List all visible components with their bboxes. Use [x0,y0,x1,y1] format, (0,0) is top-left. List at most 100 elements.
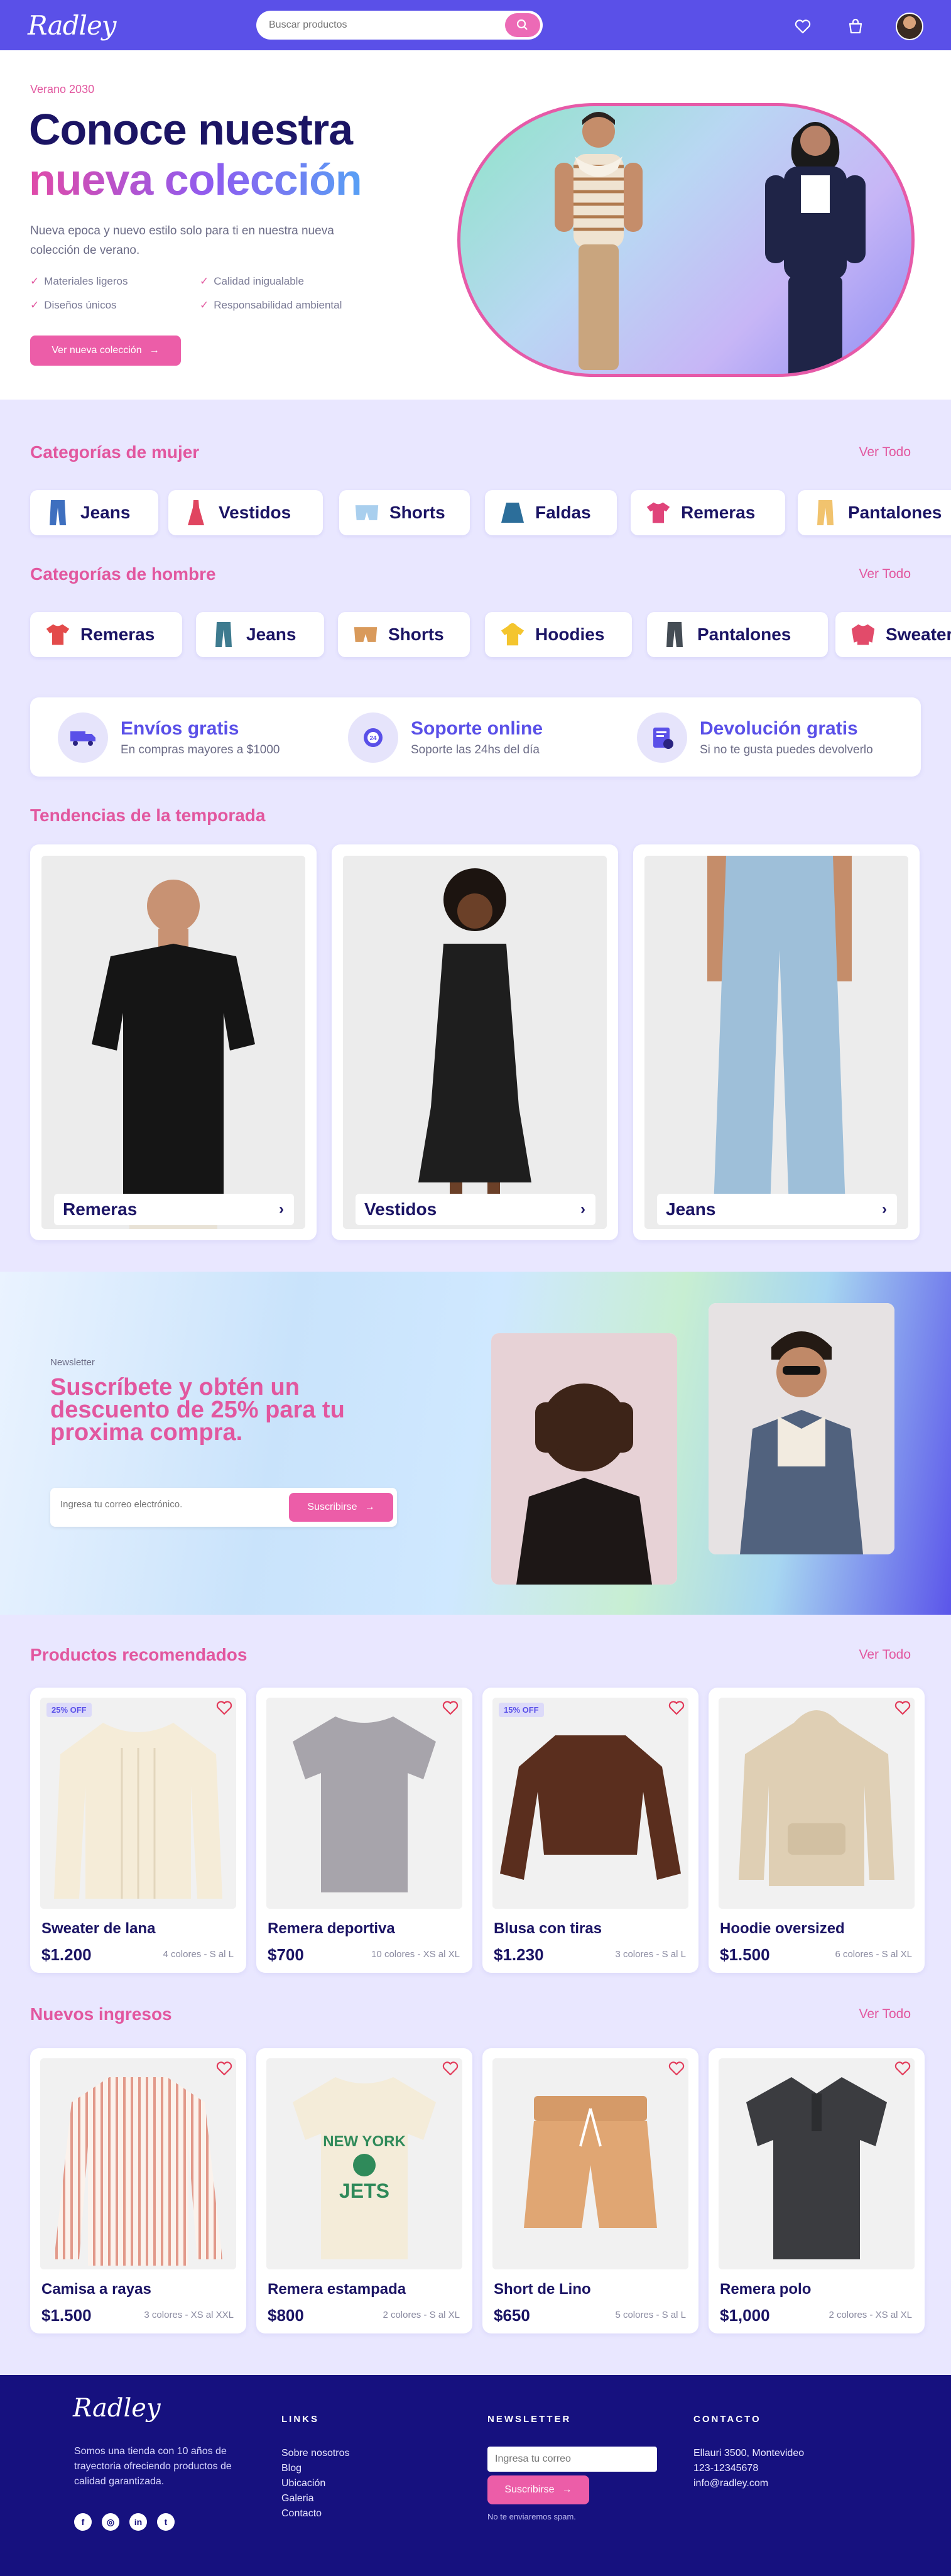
category-chip-dresses[interactable]: Vestidos [168,490,323,535]
categories-section: Categorías de mujer Ver Todo Jeans Vesti… [0,400,951,1272]
chip-label: Hoodies [535,625,605,644]
footer-address: Ellauri 3500, Montevideo [693,2448,805,2459]
men-see-all-link[interactable]: Ver Todo [859,567,911,582]
footer-subscribe-button[interactable]: Suscribirse → [487,2475,589,2504]
product-card[interactable]: Remera polo $1,000 2 colores - XS al XL [709,2048,925,2333]
hero-eyebrow: Verano 2030 [30,83,95,96]
product-card[interactable]: Camisa a rayas $1.500 3 colores - XS al … [30,2048,246,2333]
benefit-subtitle: Soporte las 24hs del día [411,743,540,756]
category-chip-jeans[interactable]: Jeans [196,612,324,657]
category-chip-jeans[interactable]: Jeans [30,490,158,535]
product-name: Remera deportiva [268,1920,395,1937]
search-button[interactable] [505,13,540,37]
linkedin-icon[interactable]: in [129,2513,147,2531]
chip-label: Faldas [535,503,591,522]
product-price: $1.200 [41,1945,92,1964]
top-navbar: Radley [0,0,951,50]
trend-label-bar: Jeans › [657,1194,897,1225]
category-chip-sweaters[interactable]: Sweaters [835,612,951,657]
favorites-button[interactable] [790,14,815,39]
footer-contact-heading: CONTACTO [693,2414,761,2425]
heart-icon[interactable] [442,2061,459,2076]
hero-image [457,103,915,377]
subscribe-button[interactable]: Suscribirse → [289,1493,393,1522]
footer-links-heading: LINKS [281,2414,319,2425]
trend-card-jeans[interactable]: Jeans › [633,844,920,1240]
logo[interactable]: Radley [28,10,117,41]
footer-email-input[interactable] [487,2447,657,2472]
product-meta: 10 colores - XS al XL [371,1949,460,1960]
chip-label: Pantalones [848,503,942,522]
heart-icon[interactable] [894,1700,911,1715]
category-chip-shorts[interactable]: Shorts [338,612,470,657]
trend-label-bar: Vestidos › [356,1194,595,1225]
chip-label: Jeans [246,625,296,644]
benefit-subtitle: En compras mayores a $1000 [121,743,280,756]
feature-label: Materiales ligeros [44,275,128,287]
footer-link[interactable]: Blog [281,2463,302,2474]
heart-icon[interactable] [216,2061,232,2076]
footer-email[interactable]: info@radley.com [693,2478,768,2489]
heart-icon[interactable] [668,1700,685,1715]
cart-button[interactable] [843,14,868,39]
trends-title: Tendencias de la temporada [30,805,266,825]
footer-logo[interactable]: Radley [73,2394,161,2423]
category-chip-pants[interactable]: Pantalones [647,612,828,657]
category-chip-pants[interactable]: Pantalones [798,490,951,535]
category-chip-hoodies[interactable]: Hoodies [485,612,632,657]
footer-link[interactable]: Ubicación [281,2478,325,2489]
new-arrivals-see-all-link[interactable]: Ver Todo [859,2007,911,2022]
shopping-bag-icon [849,18,862,34]
heart-icon[interactable] [668,2061,685,2076]
heart-icon[interactable] [442,1700,459,1715]
product-price: $1.230 [494,1945,544,1964]
hero-title-line1: Conoce nuestra [29,105,353,154]
category-chip-tshirts[interactable]: Remeras [30,612,182,657]
facebook-icon[interactable]: f [74,2513,92,2531]
product-price: $1.500 [720,1945,770,1964]
trend-card-tshirts[interactable]: Remeras › [30,844,317,1240]
women-see-all-link[interactable]: Ver Todo [859,445,911,460]
product-name: Hoodie oversized [720,1920,845,1937]
product-meta: 2 colores - XS al XL [829,2310,912,2320]
chip-label: Shorts [388,625,444,644]
trend-label-bar: Remeras › [54,1194,294,1225]
product-name: Sweater de lana [41,1920,156,1937]
heart-icon[interactable] [216,1700,232,1715]
nav-actions [790,13,923,40]
sweater-icon [850,621,876,648]
product-card[interactable]: Remera deportiva $700 10 colores - XS al… [256,1688,472,1973]
new-arrivals-title: Nuevos ingresos [30,2004,172,2024]
twitter-icon[interactable]: t [157,2513,175,2531]
footer-link[interactable]: Contacto [281,2508,322,2519]
search-icon [516,19,528,30]
new-collection-button[interactable]: Ver nueva colección → [30,336,181,366]
hero-section: Verano 2030 Conoce nuestra nueva colecci… [0,50,951,400]
user-avatar[interactable] [896,13,923,40]
product-card[interactable]: 25% OFF Sweater de lana $1.200 4 colores… [30,1688,246,1973]
female-model-image [765,122,866,374]
product-card[interactable]: Hoodie oversized $1.500 6 colores - S al… [709,1688,925,1973]
instagram-icon[interactable]: ◎ [102,2513,119,2531]
product-card[interactable]: Short de Lino $650 5 colores - S al L [482,2048,698,2333]
men-categories-title: Categorías de hombre [30,564,216,584]
footer-link[interactable]: Galeria [281,2493,314,2504]
check-icon: ✓ [200,299,209,311]
discount-badge: 25% OFF [46,1703,92,1717]
hero-feature: ✓ Diseños únicos [30,299,117,312]
heart-icon[interactable] [894,2061,911,2076]
product-name: Remera polo [720,2281,812,2298]
search-input[interactable] [269,19,495,31]
category-chip-tshirts[interactable]: Remeras [631,490,785,535]
trend-card-dresses[interactable]: Vestidos › [332,844,618,1240]
product-card[interactable]: NEW YORK JETS Remera estampada $800 2 col… [256,2048,472,2333]
arrow-right-icon: → [364,1502,375,1512]
newsletter-email-input[interactable] [60,1499,274,1510]
newsletter-eyebrow: Newsletter [50,1357,95,1368]
category-chip-skirts[interactable]: Faldas [485,490,617,535]
recommended-see-all-link[interactable]: Ver Todo [859,1647,911,1662]
footer-link[interactable]: Sobre nosotros [281,2448,350,2459]
product-card[interactable]: 15% OFF Blusa con tiras $1.230 3 colores… [482,1688,698,1973]
hero-feature: ✓ Materiales ligeros [30,275,128,288]
category-chip-shorts[interactable]: Shorts [339,490,470,535]
